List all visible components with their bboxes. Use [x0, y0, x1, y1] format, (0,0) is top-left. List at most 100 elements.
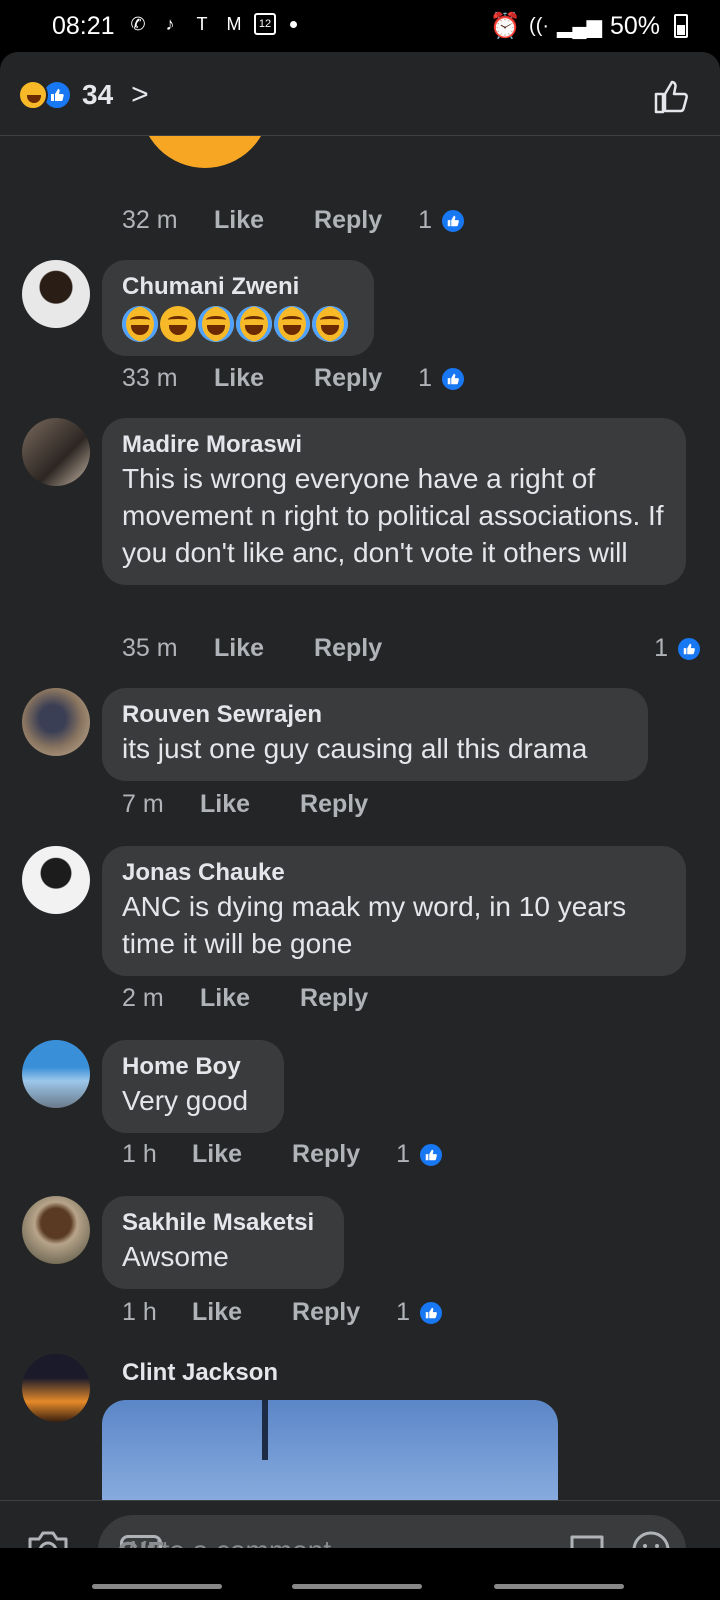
reactions-summary[interactable]: 34 > — [18, 78, 149, 112]
reply-button[interactable]: Reply — [314, 206, 382, 235]
laughing-tears-emoji-icon — [274, 306, 310, 342]
comment-like-count[interactable]: 1 — [418, 364, 467, 393]
comment-time: 33 m — [122, 364, 178, 392]
like-badge-icon — [676, 635, 702, 662]
reaction-count: 34 — [82, 79, 114, 110]
commenter-name[interactable]: Clint Jackson — [122, 1358, 278, 1388]
like-button[interactable]: Like — [214, 634, 264, 663]
comment-time: 2 m — [122, 984, 164, 1012]
status-time: 08:21 — [52, 12, 115, 40]
alarm-icon: ⏰ — [489, 12, 522, 40]
comment-actions: 7 m Like Reply — [122, 790, 404, 819]
comment-bubble[interactable]: Sakhile Msaketsi Awsome — [102, 1196, 344, 1289]
nav-home-button[interactable] — [292, 1584, 422, 1589]
reply-button[interactable]: Reply — [300, 984, 368, 1013]
like-button[interactable]: Like — [214, 206, 264, 235]
system-nav-bar — [0, 1548, 720, 1600]
comment-like-count[interactable]: 1 — [396, 1298, 445, 1327]
comment-text: ANC is dying maak my word, in 10 years t… — [122, 891, 627, 959]
grinning-emoji-icon — [160, 306, 196, 342]
comment-time: 7 m — [122, 790, 164, 818]
laughing-tears-emoji-icon — [236, 306, 272, 342]
more-notifications-icon — [290, 20, 297, 28]
comment-like-count[interactable]: 1 — [396, 1140, 445, 1169]
reply-button[interactable]: Reply — [314, 364, 382, 393]
like-button[interactable]: Like — [192, 1140, 242, 1169]
comment-bubble[interactable]: Rouven Sewrajen its just one guy causing… — [102, 688, 648, 781]
comment-bubble[interactable]: Jonas Chauke ANC is dying maak my word, … — [102, 846, 686, 976]
laughing-tears-emoji-icon — [198, 306, 234, 342]
reply-button[interactable]: Reply — [300, 790, 368, 819]
thumbs-up-icon[interactable] — [652, 76, 692, 116]
avatar[interactable] — [22, 260, 90, 328]
comment-time: 35 m — [122, 634, 178, 662]
comment-text: its just one guy causing all this drama — [122, 733, 588, 764]
reactions-header: 34 > — [0, 52, 720, 136]
avatar[interactable] — [22, 688, 90, 756]
haha-reaction-icon — [18, 80, 48, 110]
comment-time: 1 h — [122, 1140, 157, 1168]
comment-text: This is wrong everyone have a right of m… — [122, 463, 664, 568]
comment-actions: 1 h Like Reply 1 — [122, 1298, 445, 1327]
commenter-name[interactable]: Rouven Sewrajen — [122, 700, 628, 730]
tiktok-icon: ♪ — [165, 13, 175, 34]
laughing-tears-emoji-icon — [122, 306, 158, 342]
calendar-icon: 12 — [254, 13, 276, 35]
comment-actions: 35 m Like Reply 1 — [122, 634, 702, 663]
comment-actions: 32 m Like Reply 1 — [122, 206, 467, 235]
chevron-right-icon: > — [131, 78, 149, 111]
like-button[interactable]: Like — [214, 364, 264, 393]
reply-button[interactable]: Reply — [292, 1140, 360, 1169]
like-badge-icon — [418, 1141, 445, 1168]
nav-recent-button[interactable] — [92, 1584, 222, 1589]
like-button[interactable]: Like — [200, 790, 250, 819]
app-icon: M — [226, 13, 242, 34]
battery-percent: 50% — [609, 12, 660, 40]
comments-list: 32 m Like Reply 1 Chumani Zweni 33 m Lik… — [0, 136, 720, 1500]
system-status: ⏰ ((· ▂▄▆ 50% — [490, 12, 660, 41]
avatar[interactable] — [22, 1040, 90, 1108]
wifi-icon: ((· — [529, 15, 550, 37]
comment-image[interactable] — [102, 1400, 558, 1500]
commenter-name[interactable]: Jonas Chauke — [122, 858, 666, 888]
status-bar: 08:21 ✆ ♪ T M 12 ⏰ ((· ▂▄▆ 50% — [0, 0, 720, 52]
comment-like-count[interactable]: 1 — [418, 206, 467, 235]
avatar[interactable] — [22, 846, 90, 914]
avatar[interactable] — [22, 1196, 90, 1264]
reply-button[interactable]: Reply — [314, 634, 382, 663]
comment-bubble[interactable]: Madire Moraswi This is wrong everyone ha… — [102, 418, 686, 585]
like-badge-icon — [440, 365, 467, 392]
comment-text: Awsome — [122, 1241, 229, 1272]
emoji-sticker — [140, 136, 270, 168]
comment-bubble[interactable]: Home Boy Very good — [102, 1040, 284, 1133]
commenter-name[interactable]: Home Boy — [122, 1052, 264, 1082]
avatar[interactable] — [22, 1354, 90, 1422]
reply-button[interactable]: Reply — [292, 1298, 360, 1327]
battery-icon — [674, 14, 688, 38]
commenter-name[interactable]: Chumani Zweni — [122, 272, 354, 302]
comment-bubble[interactable]: Chumani Zweni — [102, 260, 374, 356]
like-button[interactable]: Like — [192, 1298, 242, 1327]
comments-sheet: 34 > 32 m Like Reply 1 Chumani Zweni 33 … — [0, 52, 720, 1600]
image-content — [262, 1400, 268, 1460]
notification-icons: ✆ ♪ T M 12 — [126, 11, 297, 37]
commenter-name[interactable]: Sakhile Msaketsi — [122, 1208, 324, 1238]
comment-actions: 2 m Like Reply — [122, 984, 404, 1013]
comment-time: 1 h — [122, 1298, 157, 1326]
teams-icon: T — [196, 13, 208, 34]
comment-text: Very good — [122, 1085, 249, 1116]
comment-time: 32 m — [122, 206, 178, 234]
comment-actions: 1 h Like Reply 1 — [122, 1140, 445, 1169]
signal-icon: ▂▄▆ — [557, 16, 602, 38]
comment-like-count[interactable]: 1 — [654, 634, 702, 663]
like-badge-icon — [418, 1299, 445, 1326]
emoji-text — [122, 306, 354, 342]
whatsapp-icon: ✆ — [130, 13, 146, 34]
commenter-name[interactable]: Madire Moraswi — [122, 430, 666, 460]
like-button[interactable]: Like — [200, 984, 250, 1013]
laughing-tears-emoji-icon — [312, 306, 348, 342]
comment-actions: 33 m Like Reply 1 — [122, 364, 467, 393]
avatar[interactable] — [22, 418, 90, 486]
like-badge-icon — [440, 207, 467, 234]
nav-back-button[interactable] — [494, 1584, 624, 1589]
